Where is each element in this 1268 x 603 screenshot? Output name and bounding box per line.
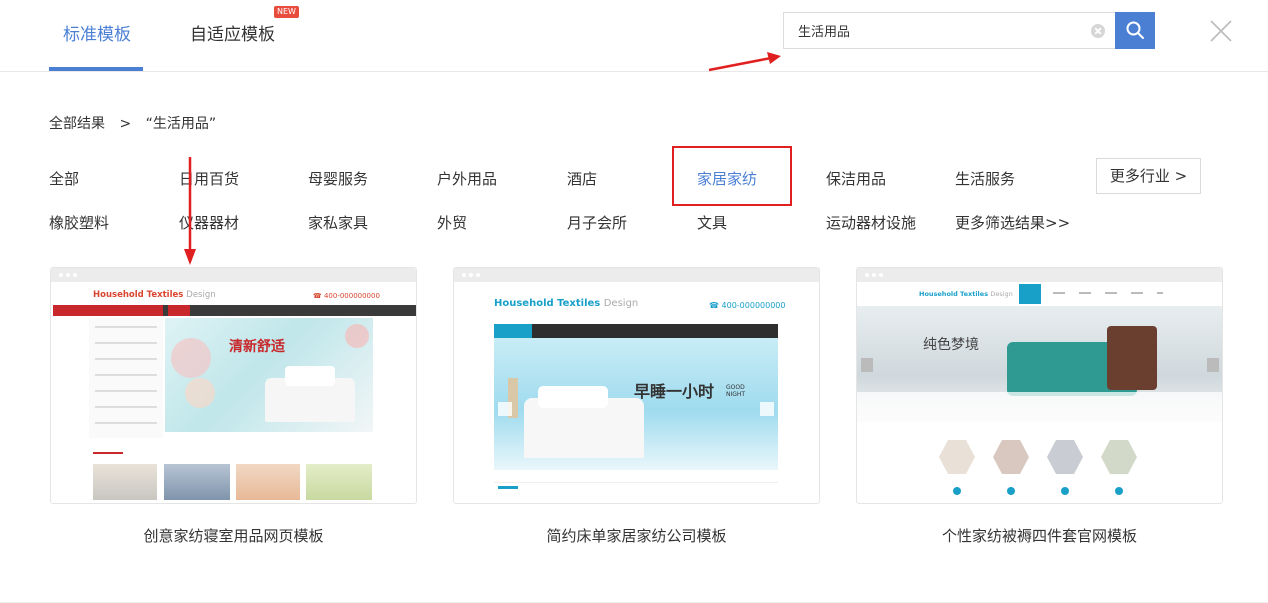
annotation-highlight-box: [672, 146, 792, 206]
preview-banner-subtext: GOOD NIGHT: [726, 384, 746, 399]
preview-navbar: [53, 305, 416, 316]
search-input[interactable]: [798, 13, 1078, 48]
breadcrumb-root[interactable]: 全部结果: [49, 116, 105, 132]
category-hotel[interactable]: 酒店: [567, 168, 597, 189]
category-postpartum[interactable]: 月子会所: [567, 212, 627, 233]
template-card[interactable]: Household Textiles Design ☎ 400-00000000…: [453, 267, 820, 504]
template-preview: Household Textiles Design ☎ 400-00000000…: [51, 282, 416, 503]
preview-phone: ☎ 400-000000000: [313, 292, 380, 300]
preview-logo: Household Textiles Design: [93, 290, 216, 300]
template-card[interactable]: Household Textiles Design 纯色梦境: [856, 267, 1223, 504]
category-life-services[interactable]: 生活服务: [955, 168, 1015, 189]
template-preview: Household Textiles Design 纯色梦境: [857, 282, 1222, 503]
search-button[interactable]: [1115, 12, 1155, 49]
more-industries-button[interactable]: 更多行业 >: [1096, 158, 1201, 194]
search-icon: [1126, 21, 1144, 39]
preview-window-chrome: [857, 268, 1222, 282]
preview-banner: 早睡一小时 GOOD NIGHT: [494, 338, 778, 470]
category-more-results[interactable]: 更多筛选结果>>: [955, 212, 1070, 233]
template-picker: 标准模板 自适应模板 NEW 全部结果 > “生活用品” 全部 日用百货 母婴服…: [0, 0, 1268, 603]
tab-adaptive-templates[interactable]: 自适应模板: [190, 20, 275, 45]
template-title[interactable]: 个性家纺被褥四件套官网模板: [856, 525, 1223, 546]
breadcrumb: 全部结果 > “生活用品”: [49, 113, 226, 133]
new-badge: NEW: [274, 6, 299, 18]
search-box: [783, 12, 1115, 49]
category-stationery[interactable]: 文具: [697, 212, 727, 233]
category-rubber-plastic[interactable]: 橡胶塑料: [49, 212, 109, 233]
category-cleaning[interactable]: 保洁用品: [826, 168, 886, 189]
preview-banner: 纯色梦境: [857, 306, 1222, 422]
preview-logo: Household Textiles Design: [919, 290, 1013, 298]
preview-sidebar: [89, 318, 163, 438]
category-furniture[interactable]: 家私家具: [308, 212, 368, 233]
category-daily-goods[interactable]: 日用百货: [179, 168, 239, 189]
top-bar: 标准模板 自适应模板 NEW: [0, 0, 1268, 72]
template-title[interactable]: 创意家纺寝室用品网页模板: [50, 525, 417, 546]
template-card[interactable]: Household Textiles Design ☎ 400-00000000…: [50, 267, 417, 504]
preview-logo: Household Textiles Design: [494, 298, 639, 309]
category-foreign-trade[interactable]: 外贸: [437, 212, 467, 233]
category-outdoor[interactable]: 户外用品: [437, 168, 497, 189]
active-tab-indicator: [49, 67, 143, 71]
preview-phone: ☎ 400-000000000: [709, 301, 786, 310]
clear-icon[interactable]: [1091, 24, 1105, 38]
breadcrumb-separator: >: [119, 116, 132, 132]
preview-banner-text: 清新舒适: [229, 339, 285, 355]
preview-banner-text: 早睡一小时: [634, 382, 715, 401]
preview-window-chrome: [454, 268, 819, 282]
template-preview: Household Textiles Design ☎ 400-00000000…: [454, 282, 819, 503]
preview-banner-text: 纯色梦境: [923, 337, 979, 353]
category-instruments[interactable]: 仪器器材: [179, 212, 239, 233]
preview-navbar: [494, 324, 778, 338]
preview-banner: 清新舒适: [165, 318, 373, 432]
close-icon[interactable]: [1208, 18, 1234, 44]
template-title[interactable]: 简约床单家居家纺公司模板: [453, 525, 820, 546]
category-sports-equipment[interactable]: 运动器材设施: [826, 212, 916, 233]
category-all[interactable]: 全部: [49, 168, 79, 189]
category-maternal[interactable]: 母婴服务: [308, 168, 368, 189]
breadcrumb-current: “生活用品”: [145, 116, 217, 132]
tab-standard-templates[interactable]: 标准模板: [63, 20, 131, 45]
preview-window-chrome: [51, 268, 416, 282]
